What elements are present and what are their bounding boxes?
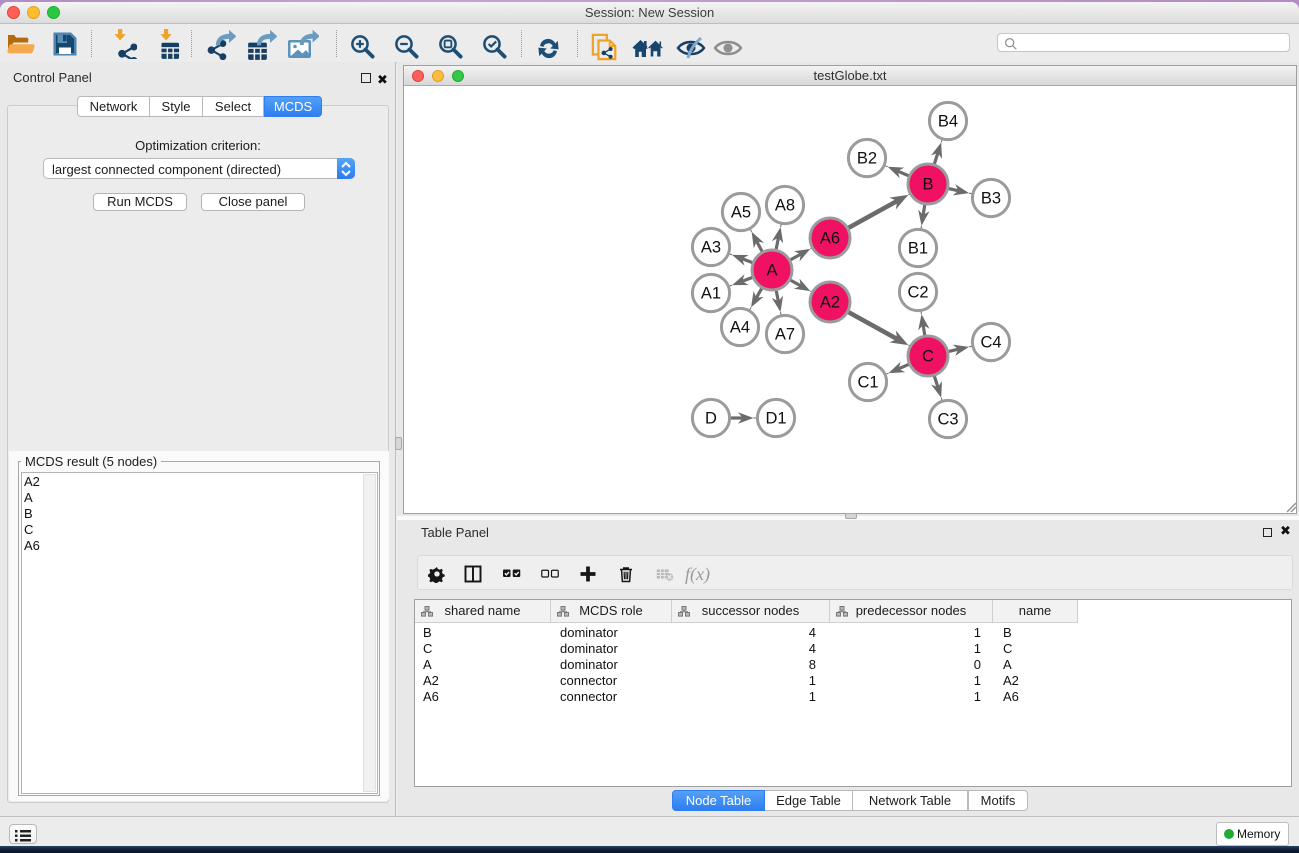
svg-text:A7: A7 — [775, 326, 795, 344]
svg-text:C2: C2 — [907, 284, 928, 302]
svg-text:B1: B1 — [908, 240, 928, 258]
svg-text:C4: C4 — [980, 334, 1001, 352]
svg-text:A1: A1 — [701, 285, 721, 303]
svg-text:C: C — [922, 348, 934, 366]
svg-text:C3: C3 — [937, 411, 958, 429]
svg-text:C1: C1 — [857, 374, 878, 392]
svg-text:A: A — [766, 262, 777, 280]
svg-text:A4: A4 — [730, 319, 750, 337]
svg-text:A6: A6 — [820, 230, 840, 248]
svg-text:B4: B4 — [938, 113, 958, 131]
svg-text:A3: A3 — [701, 239, 721, 257]
svg-text:D1: D1 — [765, 410, 786, 428]
svg-text:A2: A2 — [820, 294, 840, 312]
svg-text:D: D — [705, 410, 717, 428]
svg-text:A8: A8 — [775, 197, 795, 215]
svg-text:B2: B2 — [857, 150, 877, 168]
svg-text:B3: B3 — [981, 190, 1001, 208]
svg-text:A5: A5 — [731, 204, 751, 222]
svg-text:B: B — [922, 176, 933, 194]
